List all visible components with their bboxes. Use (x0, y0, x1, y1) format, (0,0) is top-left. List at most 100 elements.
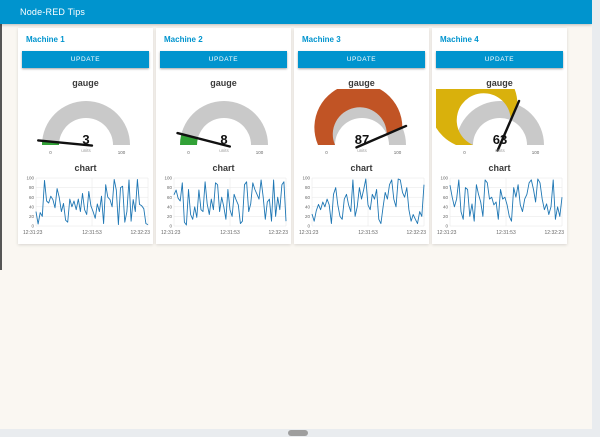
chart-widget: chart 02040608010012:31:2312:31:5312:32:… (18, 163, 153, 238)
gauge-title: gauge (72, 78, 99, 88)
chart-svg: 02040608010012:31:2312:31:5312:32:23 (21, 174, 151, 238)
y-tick-label: 20 (166, 214, 172, 219)
gauge: 3 units 0 100 (22, 89, 150, 159)
y-tick-label: 80 (28, 185, 34, 190)
y-tick-label: 40 (442, 204, 448, 209)
gauge-widget: gauge 87 units 0 100 (294, 78, 429, 159)
y-tick-label: 100 (440, 176, 448, 181)
y-tick-label: 60 (166, 195, 172, 200)
gauge-min-label: 0 (325, 150, 328, 155)
chart-widget: chart 02040608010012:31:2312:31:5312:32:… (294, 163, 429, 238)
x-tick-label: 12:32:23 (130, 230, 150, 236)
chart-title: chart (488, 163, 510, 173)
gauge-title: gauge (348, 78, 375, 88)
app-header: Node-RED Tips (0, 0, 592, 24)
chart: 02040608010012:31:2312:31:5312:32:23 (297, 174, 427, 238)
machines-row: Machine 1 UPDATE gauge 3 units 0 100 cha… (18, 28, 567, 244)
y-tick-label: 0 (445, 224, 448, 229)
y-tick-label: 20 (28, 214, 34, 219)
gauge-title: gauge (210, 78, 237, 88)
y-tick-label: 0 (169, 224, 172, 229)
machine-title: Machine 1 (18, 28, 153, 49)
y-tick-label: 0 (31, 224, 34, 229)
y-tick-label: 80 (304, 185, 310, 190)
left-window-edge (0, 24, 2, 270)
horizontal-scrollbar-thumb[interactable] (288, 430, 308, 436)
gauge-widget: gauge 8 units 0 100 (156, 78, 291, 159)
gauge-max-label: 100 (255, 150, 263, 155)
gauge-value: 63 (492, 132, 506, 147)
gauge-units: units (495, 148, 505, 153)
chart-svg: 02040608010012:31:2312:31:5312:32:23 (297, 174, 427, 238)
x-tick-label: 12:31:23 (299, 230, 319, 236)
update-button[interactable]: UPDATE (298, 51, 425, 68)
gauge: 8 units 0 100 (160, 89, 288, 159)
x-tick-label: 12:31:53 (220, 230, 240, 236)
y-tick-label: 80 (166, 185, 172, 190)
y-tick-label: 100 (302, 176, 310, 181)
gauge-max-label: 100 (117, 150, 125, 155)
screen: Node-RED Tips Machine 1 UPDATE gauge 3 u… (0, 0, 600, 437)
x-tick-label: 12:31:53 (358, 230, 378, 236)
chart: 02040608010012:31:2312:31:5312:32:23 (21, 174, 151, 238)
gauge-min-label: 0 (463, 150, 466, 155)
y-tick-label: 60 (442, 195, 448, 200)
chart-title: chart (350, 163, 372, 173)
machine-card: Machine 4 UPDATE gauge 63 units 0 100 ch… (432, 28, 567, 244)
update-button[interactable]: UPDATE (160, 51, 287, 68)
y-tick-label: 100 (164, 176, 172, 181)
chart: 02040608010012:31:2312:31:5312:32:23 (435, 174, 565, 238)
dashboard: Machine 1 UPDATE gauge 3 units 0 100 cha… (18, 28, 567, 244)
chart-svg: 02040608010012:31:2312:31:5312:32:23 (435, 174, 565, 238)
chart: 0 20 40 60 80 100 12:31:23 12:31:53 12:32:23 (159, 174, 289, 238)
machine-title: Machine 2 (156, 28, 291, 49)
y-tick-label: 20 (304, 214, 310, 219)
x-tick-label: 12:32:23 (268, 230, 288, 236)
y-tick-label: 40 (166, 204, 172, 209)
machine-card: Machine 1 UPDATE gauge 3 units 0 100 cha… (18, 28, 153, 244)
update-button[interactable]: UPDATE (436, 51, 563, 68)
x-tick-label: 12:31:53 (496, 230, 516, 236)
x-tick-label: 12:31:23 (23, 230, 43, 236)
gauge-units: units (81, 148, 91, 153)
gauge-units: units (219, 148, 229, 153)
chart-svg: 0 20 40 60 80 100 12:31:23 12:31:53 12:32:23 (159, 174, 289, 238)
machine-title: Machine 3 (294, 28, 429, 49)
gauge-min-label: 0 (187, 150, 190, 155)
gauge-min-label: 0 (49, 150, 52, 155)
machine-card: Machine 2 UPDATE gauge 8 units 0 100 cha… (156, 28, 291, 244)
gauge-widget: gauge 63 units 0 100 (432, 78, 567, 159)
y-tick-label: 0 (307, 224, 310, 229)
y-tick-label: 40 (28, 204, 34, 209)
chart-widget: chart 02040608010012:31:2312:31:5312:32:… (432, 163, 567, 238)
gauge-svg: 3 units 0 100 (22, 89, 150, 159)
y-tick-label: 60 (304, 195, 310, 200)
y-tick-label: 20 (442, 214, 448, 219)
gauge-value: 87 (354, 132, 368, 147)
x-tick-label: 12:31:23 (161, 230, 181, 236)
update-button[interactable]: UPDATE (22, 51, 149, 68)
gauge-title: gauge (486, 78, 513, 88)
x-tick-label: 12:31:53 (82, 230, 102, 236)
gauge-value: 3 (82, 132, 89, 147)
gauge-widget: gauge 3 units 0 100 (18, 78, 153, 159)
horizontal-scrollbar-track[interactable] (0, 429, 600, 437)
gauge-svg: 8 units 0 100 (160, 89, 288, 159)
y-tick-label: 60 (28, 195, 34, 200)
gauge-svg: 63 units 0 100 (436, 89, 564, 159)
gauge: 87 units 0 100 (298, 89, 426, 159)
x-tick-label: 12:32:23 (406, 230, 426, 236)
gauge-svg: 87 units 0 100 (298, 89, 426, 159)
vertical-scrollbar-track[interactable] (592, 0, 600, 437)
machine-title: Machine 4 (432, 28, 567, 49)
gauge-max-label: 100 (531, 150, 539, 155)
y-tick-label: 80 (442, 185, 448, 190)
x-tick-label: 12:32:23 (544, 230, 564, 236)
chart-title: chart (74, 163, 96, 173)
gauge-max-label: 100 (393, 150, 401, 155)
chart-title: chart (212, 163, 234, 173)
machine-card: Machine 3 UPDATE gauge 87 units 0 100 ch… (294, 28, 429, 244)
app-title: Node-RED Tips (20, 7, 85, 17)
gauge-value: 8 (220, 132, 227, 147)
gauge: 63 units 0 100 (436, 89, 564, 159)
